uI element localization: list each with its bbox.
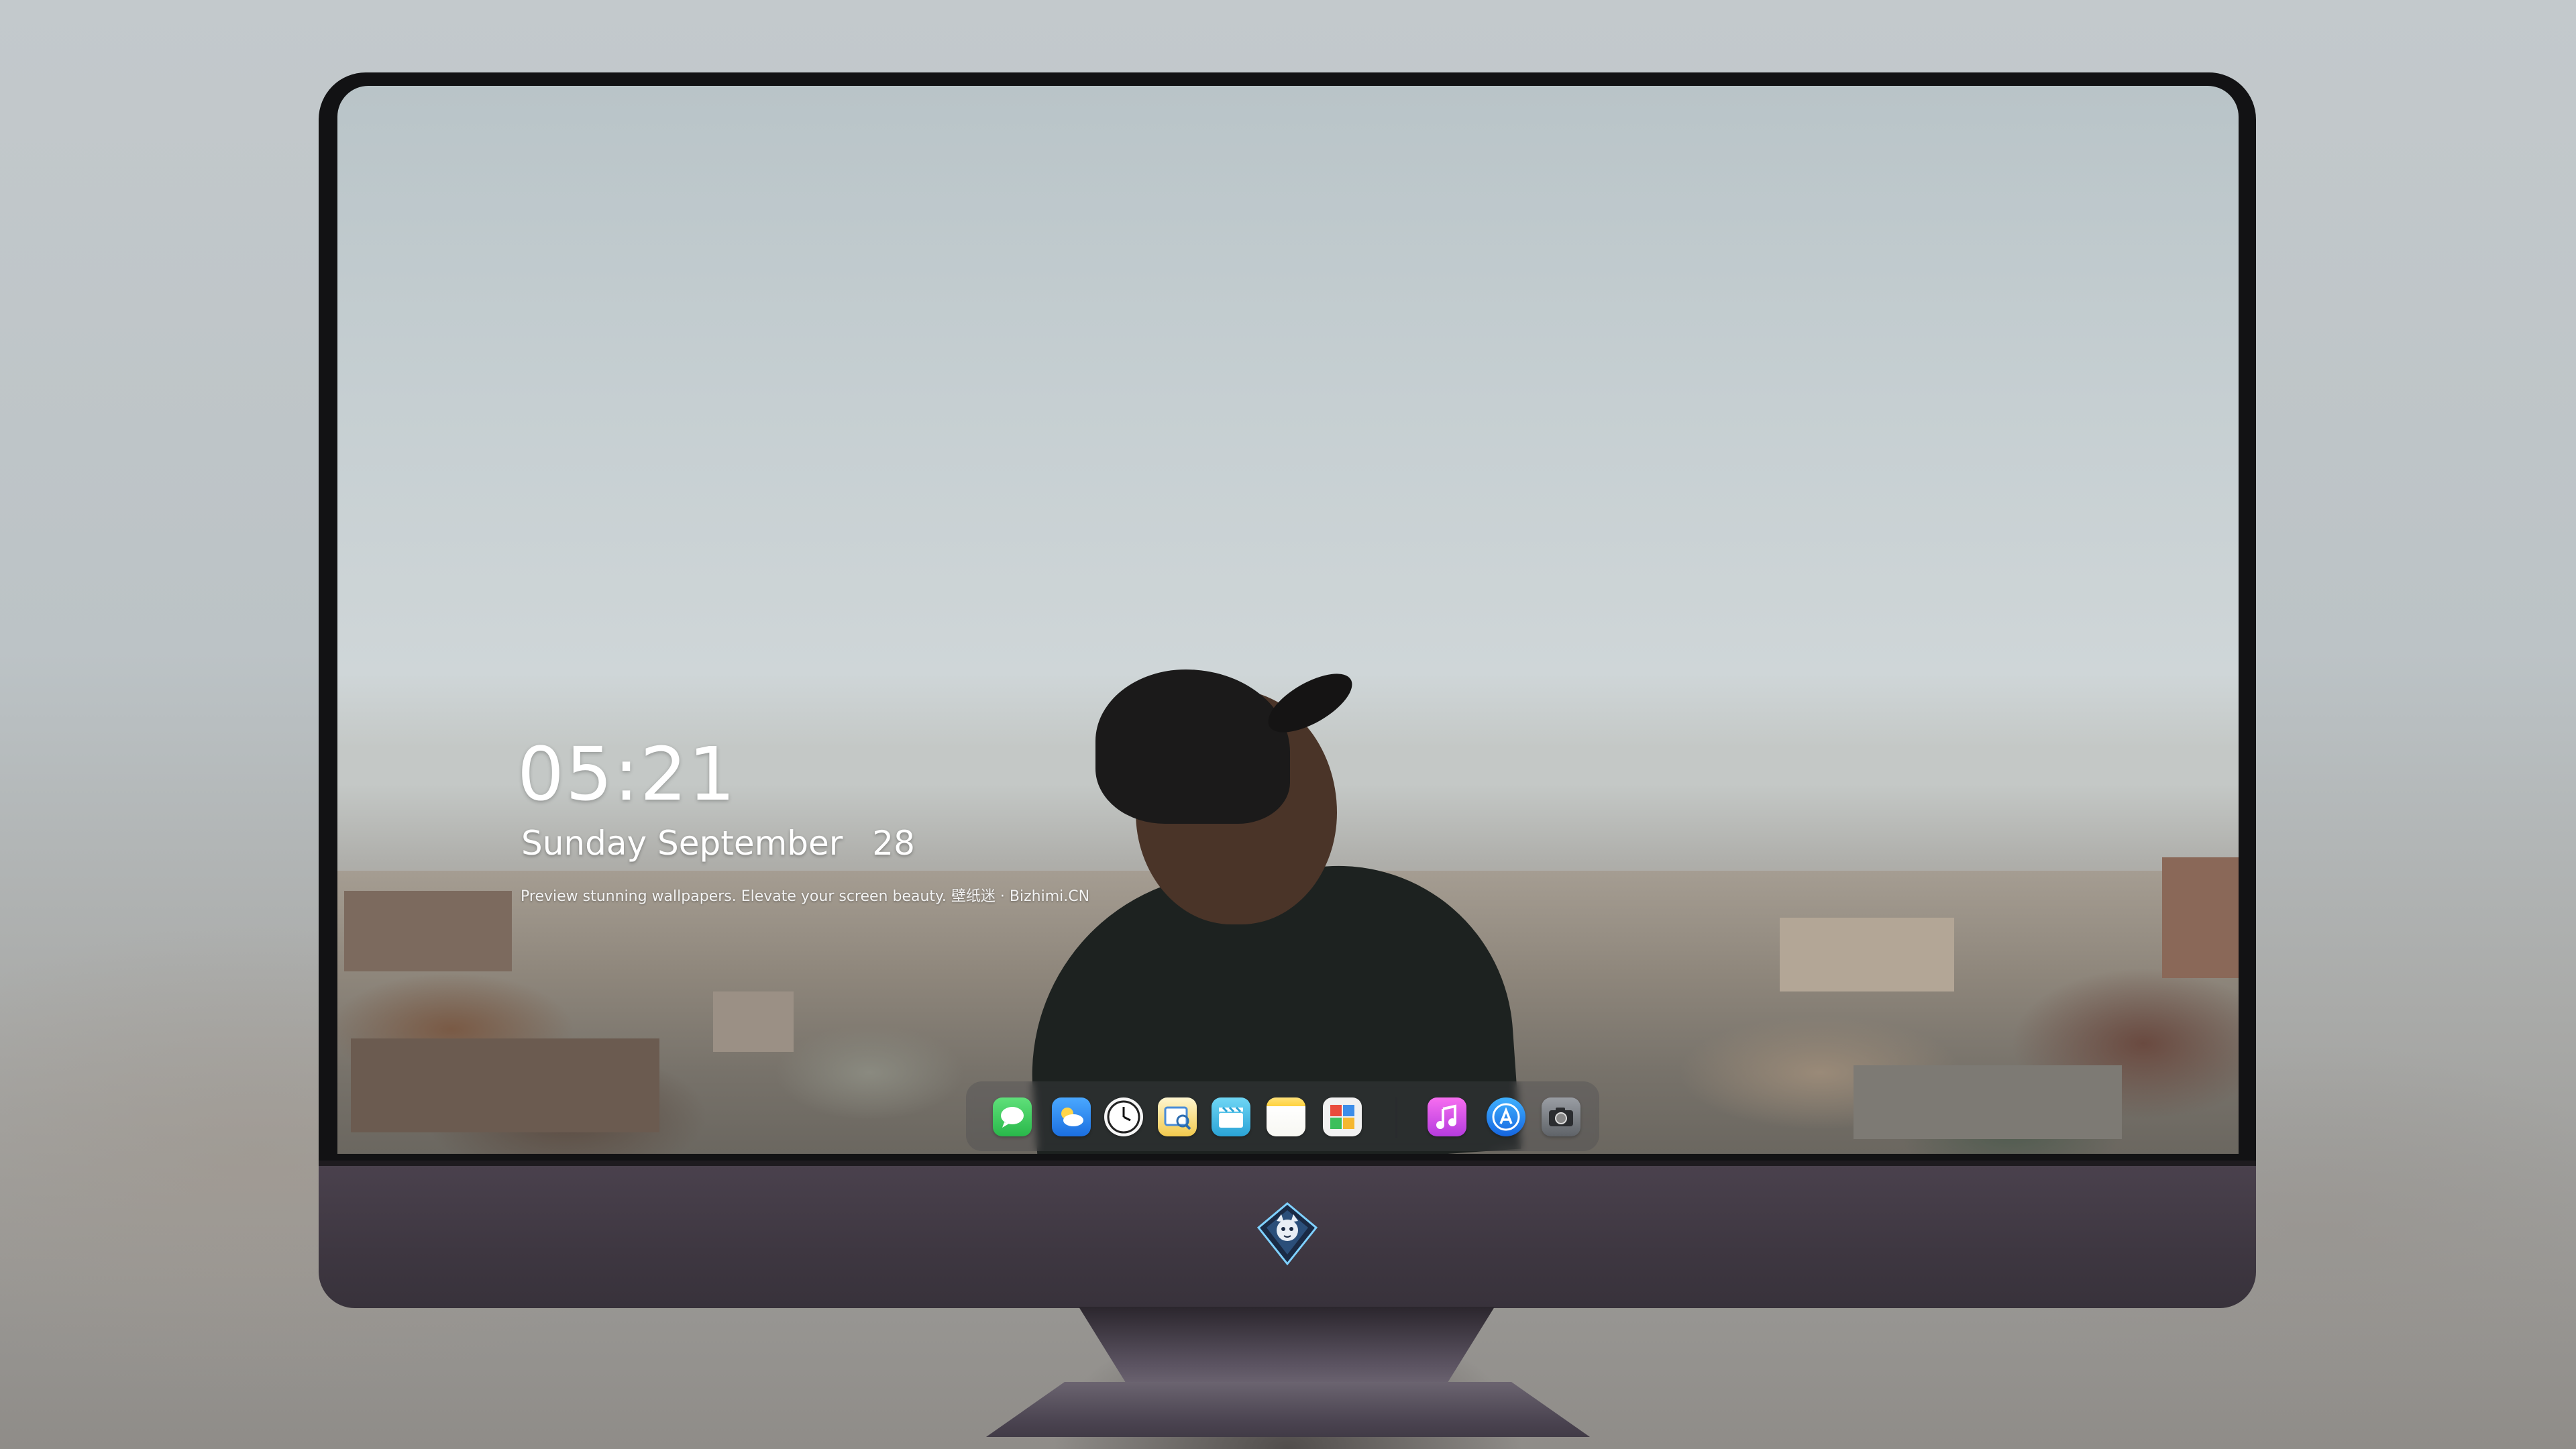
building	[713, 991, 794, 1052]
weather-icon[interactable]	[1052, 1097, 1091, 1136]
person-cap	[1095, 669, 1290, 824]
building	[344, 891, 512, 971]
dock-separator	[1395, 1097, 1397, 1138]
notes-icon[interactable]	[1267, 1097, 1305, 1136]
brand-logo-icon	[1256, 1202, 1318, 1266]
date-day: 28	[872, 824, 915, 863]
monitor-stand-neck	[1079, 1307, 1495, 1387]
app-store-icon[interactable]	[1487, 1097, 1525, 1136]
photo-booth-icon[interactable]	[1323, 1097, 1362, 1136]
building	[1780, 918, 1954, 991]
clips-icon[interactable]	[1212, 1097, 1250, 1136]
date-weekday: Sunday	[521, 824, 647, 863]
wallpaper-caption: Preview stunning wallpapers. Elevate you…	[521, 888, 1090, 905]
messages-icon[interactable]	[993, 1097, 1032, 1136]
building	[351, 1038, 659, 1132]
lock-screen-date: Sunday September 28	[521, 824, 915, 863]
building	[1854, 1065, 2122, 1139]
lock-screen-clock: 05:21	[517, 731, 737, 817]
clock-icon[interactable]	[1104, 1097, 1143, 1136]
building	[2162, 857, 2239, 978]
preview-icon[interactable]	[1158, 1097, 1197, 1136]
music-icon[interactable]	[1428, 1097, 1466, 1136]
date-month: September	[657, 824, 843, 863]
camera-icon[interactable]	[1542, 1097, 1580, 1136]
monitor-screen	[337, 86, 2239, 1154]
